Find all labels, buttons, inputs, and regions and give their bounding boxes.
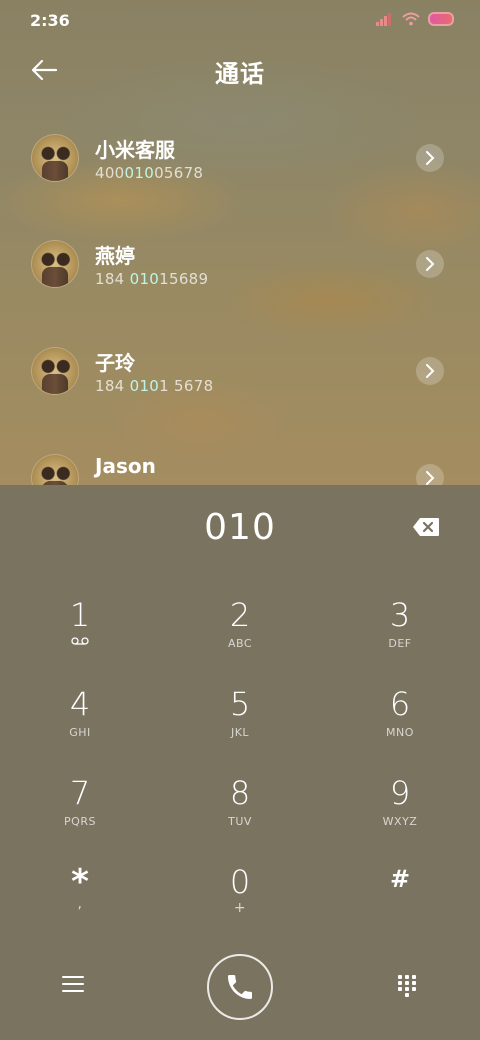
contact-name: 子玲: [95, 351, 135, 375]
contact-name: Jason: [95, 454, 156, 478]
chevron-right-icon: [426, 364, 435, 378]
contact-list: 小米客服 40001005678 燕婷 184 01015689 子玲 184 …: [0, 110, 480, 485]
contact-row[interactable]: 子玲 184 0101 5678: [0, 323, 480, 419]
phone-icon: [228, 975, 252, 999]
avatar: [31, 347, 79, 395]
key-2[interactable]: 2 ABC: [180, 587, 300, 667]
key-letters: WXYZ: [382, 815, 418, 828]
status-bar: 2:36: [0, 0, 480, 40]
key-5[interactable]: 5 JKL: [180, 676, 300, 756]
battery-icon: [428, 12, 454, 26]
contact-detail-button[interactable]: [416, 250, 444, 278]
key-digit: 0: [229, 863, 251, 901]
voicemail-icon: [71, 637, 89, 645]
key-letters: ABC: [227, 637, 253, 650]
key-digit: 2: [229, 596, 251, 634]
key-9[interactable]: 9 WXYZ: [340, 765, 460, 845]
contact-name: 燕婷: [95, 244, 135, 268]
status-icons: [376, 12, 454, 26]
key-letters: [340, 898, 460, 911]
avatar: [31, 454, 79, 485]
contact-number: 184 0101 5678: [95, 377, 214, 395]
chevron-right-icon: [426, 151, 435, 165]
call-button[interactable]: [207, 954, 273, 1020]
keypad-toggle-button[interactable]: [397, 974, 417, 998]
key-letters: +: [233, 900, 247, 916]
wifi-icon: [402, 12, 420, 26]
header: 通话: [0, 50, 480, 90]
key-digit: #: [389, 865, 411, 893]
dialed-number: 010: [204, 507, 276, 548]
avatar: [31, 134, 79, 182]
keypad-icon: [398, 975, 416, 997]
key-digit: 6: [389, 685, 411, 723]
key-letters: GHI: [69, 726, 91, 739]
key-letters: PQRS: [64, 815, 96, 828]
key-letters: MNO: [386, 726, 414, 739]
key-6[interactable]: 6 MNO: [340, 676, 460, 756]
key-letters: JKL: [230, 726, 250, 739]
key-digit: 7: [69, 774, 91, 812]
bottom-bar: [0, 950, 480, 1030]
match-highlight: 010: [129, 377, 160, 395]
key-star[interactable]: * ,: [20, 854, 140, 934]
key-4[interactable]: 4 GHI: [20, 676, 140, 756]
menu-button[interactable]: [62, 976, 84, 994]
key-digit: 3: [389, 596, 411, 634]
contact-name: 小米客服: [95, 138, 175, 162]
avatar: [31, 240, 79, 288]
key-digit: 5: [229, 685, 251, 723]
contact-row[interactable]: 燕婷 184 01015689: [0, 216, 480, 312]
key-0[interactable]: 0 +: [180, 854, 300, 934]
page-title: 通话: [215, 60, 265, 88]
contact-row[interactable]: 小米客服 40001005678: [0, 110, 480, 206]
key-digit: 4: [69, 685, 91, 723]
key-digit: 1: [69, 596, 91, 634]
signal-icon: [376, 12, 394, 26]
key-7[interactable]: 7 PQRS: [20, 765, 140, 845]
contact-number: 184 01015689: [95, 270, 209, 288]
key-hash[interactable]: #: [340, 854, 460, 934]
key-letters: DEF: [388, 637, 412, 650]
status-time: 2:36: [30, 11, 70, 30]
contact-row[interactable]: Jason: [0, 430, 480, 485]
key-1[interactable]: 1: [20, 587, 140, 667]
match-highlight: 010: [124, 164, 155, 182]
backspace-icon: [413, 518, 439, 536]
key-digit: 8: [229, 774, 251, 812]
contact-detail-button[interactable]: [416, 464, 444, 485]
key-letters: TUV: [228, 815, 252, 828]
chevron-right-icon: [426, 257, 435, 271]
key-3[interactable]: 3 DEF: [340, 587, 460, 667]
chevron-right-icon: [426, 471, 435, 485]
contact-detail-button[interactable]: [416, 357, 444, 385]
key-digit: 9: [389, 774, 411, 812]
match-highlight: 010: [129, 270, 160, 288]
key-8[interactable]: 8 TUV: [180, 765, 300, 845]
contact-number: 40001005678: [95, 164, 204, 182]
menu-icon: [62, 976, 84, 992]
contact-detail-button[interactable]: [416, 144, 444, 172]
backspace-button[interactable]: [412, 517, 440, 537]
key-digit: *: [71, 862, 89, 902]
key-letters: ,: [77, 896, 83, 912]
